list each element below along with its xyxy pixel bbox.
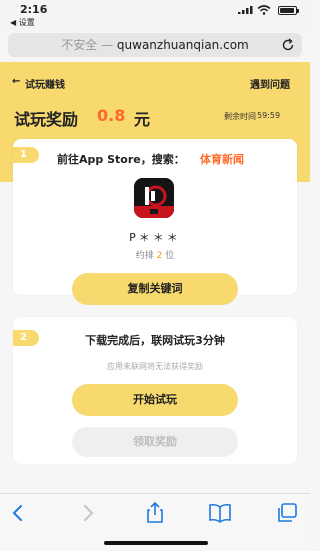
cellular-signal-icon: [238, 6, 253, 14]
bookmarks-icon[interactable]: [208, 502, 232, 524]
help-link[interactable]: 遇到问题: [250, 76, 290, 91]
insecure-label: 不安全 —: [61, 38, 114, 52]
step2-instruction: 下载完成后，联网试玩3分钟: [85, 334, 225, 347]
app-icon: [134, 178, 174, 218]
back-to-app-label: 设置: [18, 18, 35, 27]
url-text: 不安全 — quwanzhuanqian.com: [8, 33, 302, 57]
rank-prefix: 约排: [135, 251, 154, 261]
reward-title: 试玩奖励: [14, 110, 79, 129]
battery-level: [280, 8, 294, 13]
status-time: 2:16: [20, 3, 48, 16]
copy-keyword-button[interactable]: 复制关键词: [72, 273, 238, 305]
start-trial-button[interactable]: 开始试玩: [72, 384, 238, 416]
search-rank: 约排 2 位: [0, 248, 310, 261]
wifi-icon: [257, 5, 271, 15]
reward-amount: 0.8: [97, 106, 126, 125]
battery-icon: [278, 6, 297, 15]
battery-tip: [297, 9, 299, 13]
forward-icon[interactable]: [76, 502, 100, 524]
back-to-app-link[interactable]: ◀ 设置: [10, 17, 35, 28]
step2-note: 应用未联网将无法获得奖励: [107, 362, 203, 371]
countdown-timer: 59:59: [257, 111, 281, 120]
url-domain: quwanzhuanqian.com: [116, 38, 249, 52]
app-name: P＊＊＊: [129, 231, 181, 244]
app-logo-icon: [134, 178, 174, 218]
search-keyword: 体育新闻: [200, 153, 244, 166]
share-icon[interactable]: [143, 502, 167, 524]
rank-value: 2: [156, 251, 163, 261]
home-indicator: [104, 541, 208, 545]
back-icon[interactable]: [6, 502, 30, 524]
address-bar[interactable]: 不安全 — quwanzhuanqian.com: [8, 33, 302, 57]
reward-unit: 元: [134, 110, 151, 129]
reload-icon[interactable]: [280, 37, 296, 53]
nav-title: 试玩赚钱: [25, 80, 65, 91]
back-arrow-icon[interactable]: ←: [12, 76, 20, 87]
rank-suffix: 位: [165, 251, 175, 261]
step1-instruction: 前往App Store，搜索：: [57, 153, 185, 166]
claim-reward-button[interactable]: 领取奖励: [72, 427, 238, 457]
tabs-icon[interactable]: [275, 502, 299, 524]
step1-badge: 1: [13, 147, 39, 163]
countdown-label: 剩余时间: [224, 112, 256, 121]
